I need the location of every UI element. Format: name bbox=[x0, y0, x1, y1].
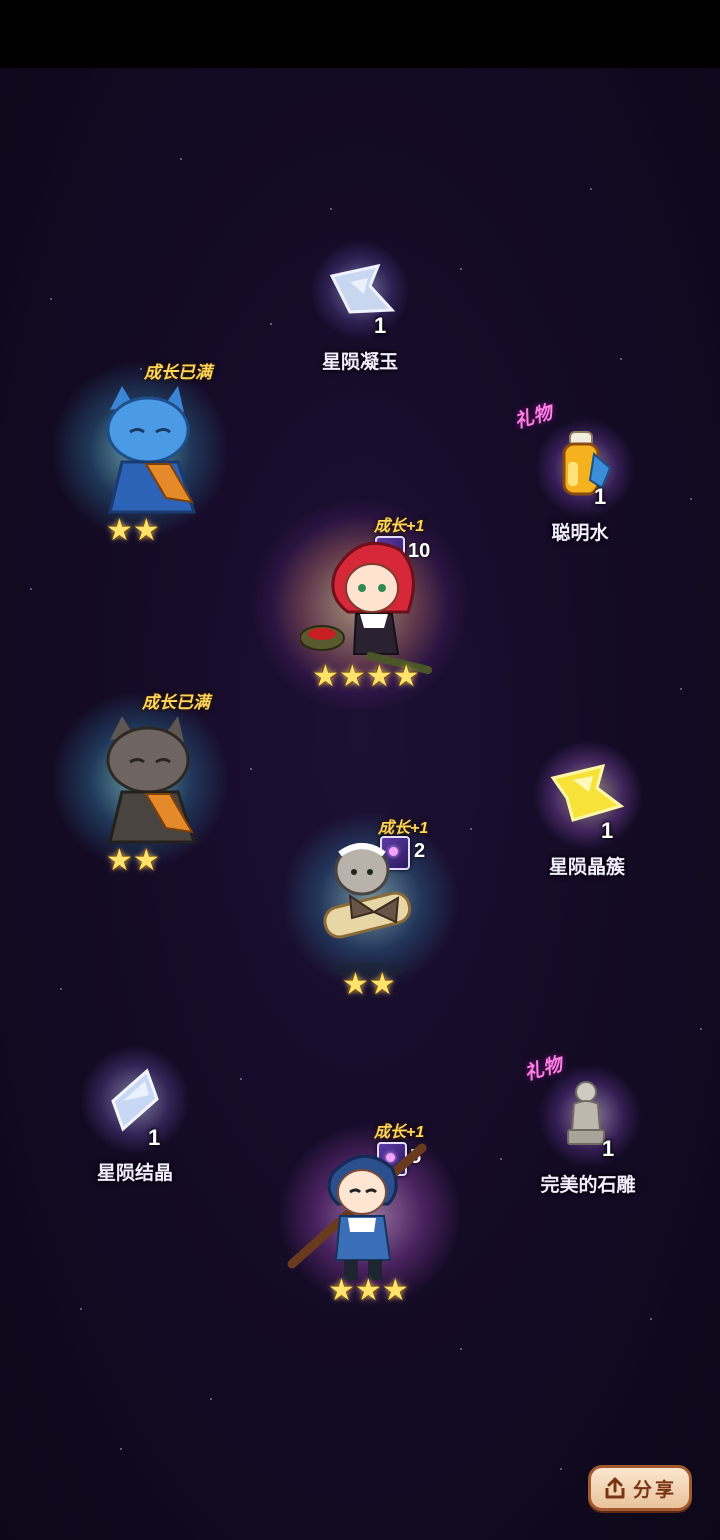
character-blue-cat[interactable]: 成长已满 ★ ★ bbox=[40, 350, 240, 560]
blue-cat-avatar bbox=[106, 386, 197, 514]
item-name: 完美的石雕 bbox=[540, 1175, 636, 1196]
star-icon: ★ bbox=[132, 514, 160, 547]
item-star-jade[interactable]: 1 星陨凝玉 bbox=[300, 240, 420, 380]
item-count: 1 bbox=[148, 1125, 161, 1150]
star-icon: ★ bbox=[381, 1274, 409, 1307]
blue-hair-boy-avatar bbox=[287, 1143, 427, 1280]
character-red-hair-girl[interactable]: 成长+1 10 ★ ★ ★ ★ bbox=[240, 500, 480, 710]
rarity-stars: ★ ★ bbox=[342, 970, 396, 1000]
item-star-crystal[interactable]: 1 星陨结晶 bbox=[75, 1045, 195, 1195]
character-scroll-mouse[interactable]: 成长+1 2 ★ ★ bbox=[270, 800, 470, 1010]
share-icon bbox=[605, 1477, 625, 1499]
gray-cat-avatar bbox=[106, 716, 197, 844]
share-button[interactable]: 分享 bbox=[588, 1465, 692, 1511]
character-blue-hair-boy[interactable]: 成长+1 5 ★ ★ ★ bbox=[260, 1110, 480, 1320]
item-stone-statue[interactable]: 礼物 1 完美的石雕 bbox=[520, 1050, 660, 1200]
item-count: 1 bbox=[594, 484, 607, 509]
item-smart-water[interactable]: 礼物 1 聪明水 bbox=[510, 400, 660, 550]
star-jade-icon bbox=[329, 263, 396, 314]
star-icon: ★ bbox=[132, 844, 160, 877]
star-icon: ★ bbox=[368, 968, 396, 1001]
item-count: 1 bbox=[374, 313, 387, 338]
item-name: 星陨凝玉 bbox=[321, 352, 399, 373]
star-icon: ★ bbox=[354, 1274, 382, 1307]
star-cluster-icon bbox=[550, 763, 625, 822]
scroll-mouse-avatar bbox=[323, 843, 412, 978]
item-count: 1 bbox=[602, 1136, 615, 1161]
star-icon: ★ bbox=[312, 660, 339, 693]
gift-tag: 礼物 bbox=[512, 402, 555, 433]
item-star-cluster[interactable]: 1 星陨晶簇 bbox=[525, 740, 655, 890]
item-count: 1 bbox=[601, 818, 614, 843]
rarity-stars: ★ ★ ★ bbox=[328, 1276, 409, 1306]
red-hair-girl-avatar bbox=[300, 541, 432, 674]
rarity-stars: ★ ★ bbox=[106, 846, 160, 876]
star-icon: ★ bbox=[365, 660, 393, 693]
item-name: 聪明水 bbox=[551, 523, 609, 544]
item-name: 星陨结晶 bbox=[96, 1163, 174, 1184]
status-bar bbox=[0, 0, 720, 68]
star-icon: ★ bbox=[106, 514, 133, 547]
star-icon: ★ bbox=[106, 844, 133, 877]
star-icon: ★ bbox=[342, 968, 369, 1001]
rarity-stars: ★ ★ ★ ★ bbox=[312, 662, 420, 692]
growth-plus-tag: 成长+1 bbox=[374, 1118, 424, 1142]
star-icon: ★ bbox=[338, 660, 366, 693]
star-icon: ★ bbox=[328, 1274, 355, 1307]
item-name: 星陨晶簇 bbox=[548, 857, 626, 878]
star-icon: ★ bbox=[392, 660, 420, 693]
share-label: 分享 bbox=[632, 1479, 677, 1501]
character-gray-cat[interactable]: 成长已满 ★ ★ bbox=[40, 680, 240, 890]
growth-tag-text: 成长+1 bbox=[374, 1124, 425, 1141]
rarity-stars: ★ ★ bbox=[106, 516, 160, 546]
